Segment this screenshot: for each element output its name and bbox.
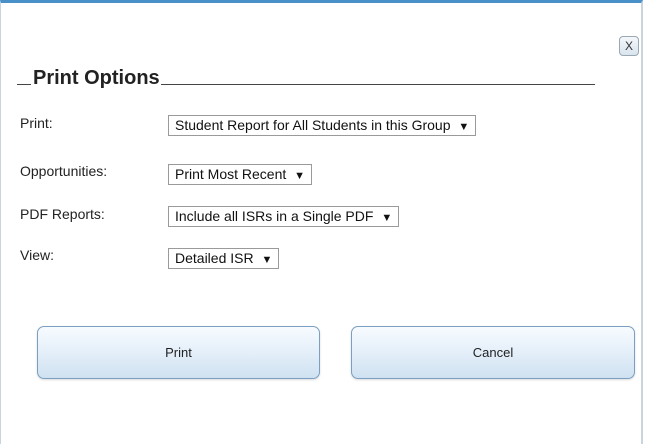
view-select[interactable]: Detailed ISR ▼ xyxy=(168,248,280,269)
pdf-reports-select[interactable]: Include all ISRs in a Single PDF ▼ xyxy=(168,206,400,227)
title-divider-left xyxy=(17,84,31,85)
print-label: Print: xyxy=(20,115,53,131)
print-select-value: Student Report for All Students in this … xyxy=(175,117,451,133)
dropdown-arrow-icon: ▼ xyxy=(261,254,273,266)
title-divider-right xyxy=(160,84,595,85)
close-button[interactable]: X xyxy=(619,36,639,56)
dialog-title: Print Options xyxy=(33,67,160,89)
pdf-reports-label: PDF Reports: xyxy=(20,206,105,222)
pdf-reports-select-value: Include all ISRs in a Single PDF xyxy=(175,208,374,224)
dialog-title-row: Print Options xyxy=(17,64,595,90)
dropdown-arrow-icon: ▼ xyxy=(381,212,393,224)
opportunities-label: Opportunities: xyxy=(20,163,108,179)
dropdown-arrow-icon: ▼ xyxy=(294,170,306,182)
view-label: View: xyxy=(20,247,54,263)
dropdown-arrow-icon: ▼ xyxy=(458,121,470,133)
opportunities-select[interactable]: Print Most Recent ▼ xyxy=(168,164,313,185)
print-select[interactable]: Student Report for All Students in this … xyxy=(168,115,477,136)
opportunities-select-value: Print Most Recent xyxy=(175,166,287,182)
view-select-value: Detailed ISR xyxy=(175,250,254,266)
print-button[interactable]: Print xyxy=(37,326,320,379)
cancel-button[interactable]: Cancel xyxy=(351,326,635,379)
close-icon: X xyxy=(624,39,633,53)
print-options-dialog: X Print Options Print: Student Report fo… xyxy=(0,0,643,444)
